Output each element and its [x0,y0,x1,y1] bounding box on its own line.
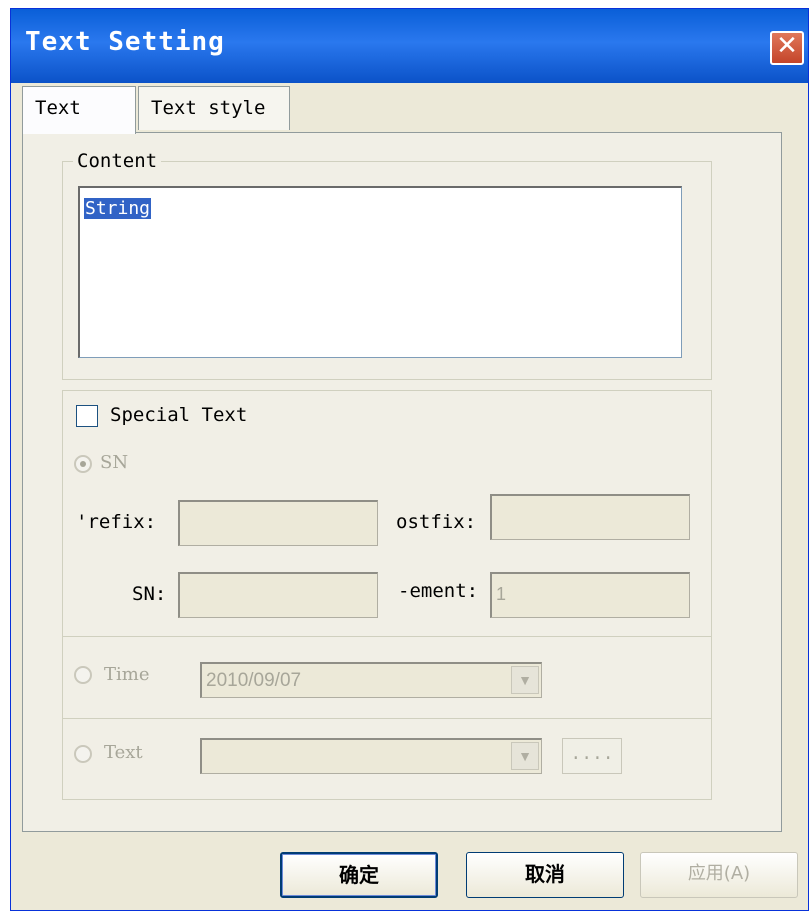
tab-text[interactable]: Text [22,86,136,134]
text-combo[interactable]: ▼ [200,738,542,774]
time-combo[interactable]: 2010/09/07 ▼ [200,662,542,698]
chevron-down-icon[interactable]: ▼ [511,666,539,694]
time-value: 2010/09/07 [206,670,302,691]
special-text-label: Special Text [110,404,248,426]
sn-radio-label: SN [100,452,129,473]
tab-label: Text style [151,97,266,119]
sn-input[interactable] [178,572,378,618]
sn-radio[interactable] [74,455,92,473]
cancel-button[interactable]: 取消 [466,852,624,898]
time-radio[interactable] [74,666,92,684]
increment-input[interactable]: 1 [490,572,690,618]
apply-button[interactable]: 应用(A) [640,852,798,898]
prefix-input[interactable] [178,500,378,546]
ok-button[interactable]: 确定 [280,852,438,898]
postfix-input[interactable] [490,494,690,540]
content-textarea[interactable] [78,186,682,358]
close-icon: ✕ [776,31,798,61]
prefix-label: 'refix: [76,511,157,533]
browse-button[interactable]: .... [562,738,622,774]
special-text-checkbox[interactable] [76,405,98,427]
tab-label: Text [35,97,81,119]
content-text[interactable]: String [84,198,152,219]
text-radio-label: Text [104,742,143,763]
sn-label: SN: [132,583,167,605]
tab-text-style[interactable]: Text style [138,86,290,130]
time-radio-label: Time [104,664,150,685]
postfix-label: ostfix: [396,511,477,533]
text-radio[interactable] [74,745,92,763]
close-button[interactable]: ✕ [770,31,804,65]
title-bar[interactable]: Text Setting ✕ [11,9,808,83]
chevron-down-icon[interactable]: ▼ [511,742,539,770]
increment-label: -ement: [398,580,479,602]
tab-strip: Text Text style [22,86,782,134]
content-legend: Content [77,150,158,172]
text-divider [62,718,712,720]
window-title: Text Setting [25,27,225,57]
